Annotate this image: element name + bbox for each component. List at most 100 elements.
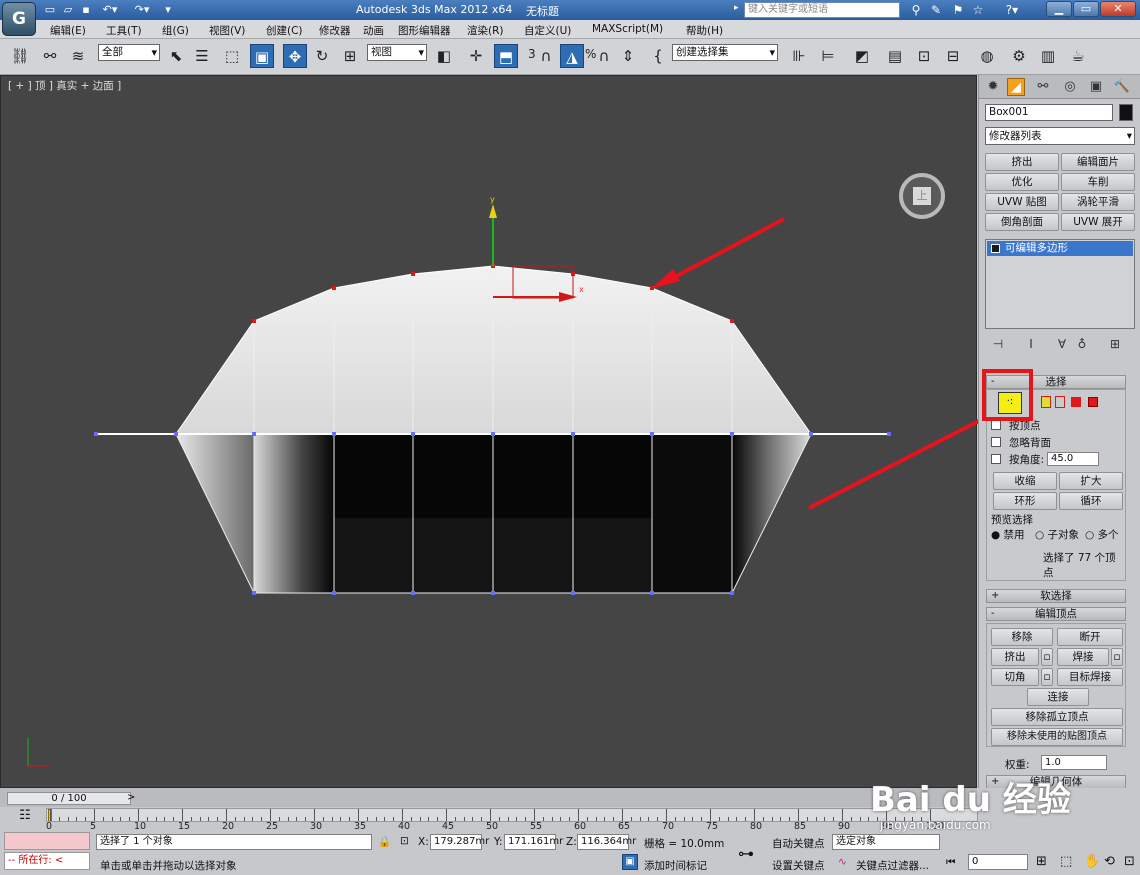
viewcube-top-face[interactable]: 上 (913, 187, 931, 205)
render-teapot-icon[interactable]: ☕ (1066, 44, 1090, 68)
search-arrow-icon[interactable]: ▸ (734, 3, 739, 13)
object-color-swatch[interactable] (1119, 104, 1133, 121)
utilities-tab-icon[interactable]: 🔨 (1113, 78, 1131, 96)
align-icon[interactable]: ⊨ (816, 44, 840, 68)
manipulate-icon[interactable]: ✛ (464, 44, 488, 68)
time-slider-track[interactable] (0, 788, 977, 807)
maximize-button[interactable]: ▭ (1073, 1, 1099, 17)
angle-snap-icon[interactable]: ◮ (560, 44, 584, 68)
make-unique-icon[interactable]: ∀ (1053, 335, 1071, 353)
menu-modifiers[interactable]: 修改器 (319, 23, 351, 38)
menu-rendering[interactable]: 渲染(R) (467, 23, 504, 38)
spinner-snap-icon[interactable]: ⇕ (616, 44, 640, 68)
weld-settings-icon[interactable]: ▫ (1111, 648, 1123, 666)
maxscript-listener-field[interactable] (4, 832, 90, 850)
menu-edit[interactable]: 编辑(E) (50, 23, 86, 38)
menu-animation[interactable]: 动画 (363, 23, 384, 38)
by-vertex-checkbox[interactable] (991, 420, 1001, 430)
chamfer-button[interactable]: 切角 (991, 668, 1039, 686)
current-frame-field[interactable]: 0 (968, 854, 1028, 870)
chamfer-settings-icon[interactable]: ▫ (1041, 668, 1053, 686)
help-icon[interactable]: ?▾ (1000, 2, 1024, 18)
mod-extrude-button[interactable]: 挤出 (985, 153, 1059, 171)
remove-modifier-icon[interactable]: ♁ (1073, 335, 1091, 353)
save-icon[interactable]: ▪ (78, 2, 94, 17)
configure-sets-icon[interactable]: ⊞ (1106, 335, 1124, 353)
window-crossing-icon[interactable]: ▣ (250, 44, 274, 68)
edit-vertices-rollout-header[interactable]: - 编辑顶点 (986, 607, 1126, 621)
scene-canvas[interactable]: x y (1, 76, 978, 789)
select-and-move-icon[interactable]: ✥ (283, 44, 307, 68)
menu-help[interactable]: 帮助(H) (686, 23, 723, 38)
mod-bevel-profile-button[interactable]: 倒角剖面 (985, 213, 1059, 231)
border-mode-icon[interactable] (1055, 396, 1065, 408)
modifier-stack[interactable]: 可编辑多边形 (985, 239, 1135, 329)
menu-views[interactable]: 视图(V) (209, 23, 245, 38)
time-tag-icon[interactable]: ▣ (622, 854, 638, 870)
material-editor-icon[interactable]: ◍ (975, 44, 999, 68)
preview-subobject-radio[interactable]: ○ 子对象 (1035, 527, 1079, 542)
preview-multi-radio[interactable]: ○ 多个 (1085, 527, 1119, 542)
ignore-backfacing-checkbox[interactable] (991, 437, 1001, 447)
bind-space-warp-icon[interactable]: ≋ (66, 44, 90, 68)
modifier-list-dropdown[interactable]: 修改器列表 (985, 127, 1135, 145)
extrude-settings-icon[interactable]: ▫ (1041, 648, 1053, 666)
key-target-dropdown[interactable]: 选定对象 (832, 834, 940, 850)
lock-selection-icon[interactable]: 🔒 (378, 835, 391, 848)
pin-stack-icon[interactable]: ⊣ (989, 335, 1007, 353)
curve-editor-icon[interactable]: ⊡ (912, 44, 936, 68)
shrink-button[interactable]: 收缩 (993, 472, 1057, 490)
minimize-button[interactable]: ▁ (1046, 1, 1072, 17)
time-slider[interactable]: 0 / 100 (7, 792, 131, 805)
key-filter-icon[interactable]: ∿ (838, 856, 847, 868)
render-setup-icon[interactable]: ⚙ (1007, 44, 1031, 68)
pan-view-icon[interactable]: ✋ (1084, 854, 1100, 869)
link-icon[interactable]: ⛓ (8, 44, 32, 68)
binoculars-icon[interactable]: ⚲ (908, 2, 924, 18)
display-tab-icon[interactable]: ▣ (1087, 78, 1105, 96)
mod-uvw-map-button[interactable]: UVW 贴图 (985, 193, 1059, 211)
track-bar[interactable] (46, 808, 978, 822)
weld-button[interactable]: 焊接 (1057, 648, 1109, 666)
schematic-view-icon[interactable]: ⊟ (941, 44, 965, 68)
select-and-scale-icon[interactable]: ⊞ (338, 44, 362, 68)
unlink-icon[interactable]: ⚯ (38, 44, 62, 68)
close-button[interactable]: ✕ (1100, 1, 1136, 17)
viewport-top[interactable]: [ + ] 顶 ] 真实 + 边面 ] x y 上 (0, 75, 978, 789)
grow-button[interactable]: 扩大 (1059, 472, 1123, 490)
add-time-tag-button[interactable]: 添加时间标记 (644, 858, 707, 873)
subscription-icon[interactable]: ✎ (928, 2, 944, 18)
mod-edit-patch-button[interactable]: 编辑面片 (1061, 153, 1135, 171)
mod-turbosmooth-button[interactable]: 涡轮平滑 (1061, 193, 1135, 211)
set-key-button[interactable]: 设置关键点 (772, 858, 825, 873)
select-and-rotate-icon[interactable]: ↻ (310, 44, 334, 68)
viewcube[interactable]: 上 (899, 173, 945, 219)
key-icon[interactable]: ⊶ (738, 844, 754, 863)
edge-mode-icon[interactable] (1041, 396, 1051, 408)
menu-graph-editors[interactable]: 图形编辑器 (398, 23, 451, 38)
next-frame-icon[interactable]: > (127, 792, 135, 803)
box001-mesh[interactable] (94, 264, 891, 595)
mirror-icon[interactable]: ⊪ (787, 44, 811, 68)
app-logo-button[interactable]: G (2, 2, 36, 36)
menu-customize[interactable]: 自定义(U) (524, 23, 571, 38)
mod-unwrap-uvw-button[interactable]: UVW 展开 (1061, 213, 1135, 231)
motion-tab-icon[interactable]: ◎ (1061, 78, 1079, 96)
stack-item-editable-poly[interactable]: 可编辑多边形 (987, 241, 1133, 256)
undo-icon[interactable]: ↶▾ (98, 2, 122, 17)
remove-button[interactable]: 移除 (991, 628, 1053, 646)
element-mode-icon[interactable] (1088, 397, 1098, 407)
menu-group[interactable]: 组(G) (162, 23, 189, 38)
menu-maxscript[interactable]: MAXScript(M) (592, 23, 663, 35)
modify-tab-icon[interactable]: ◢ (1007, 78, 1025, 96)
percent-snap-icon[interactable]: ∩ (592, 44, 616, 68)
quick-access-dropdown-icon[interactable]: ▾ (160, 2, 176, 17)
edit-named-selection-icon[interactable]: { (646, 44, 670, 68)
absolute-mode-icon[interactable]: ⊡ (400, 835, 409, 847)
rect-selection-icon[interactable]: ⬚ (220, 44, 244, 68)
snaps-toggle-icon[interactable]: ∩ (534, 44, 558, 68)
soft-selection-rollout[interactable]: + 软选择 (986, 589, 1126, 603)
hierarchy-tab-icon[interactable]: ⚯ (1034, 78, 1052, 96)
ring-button[interactable]: 环形 (993, 492, 1057, 510)
mod-lathe-button[interactable]: 车削 (1061, 173, 1135, 191)
